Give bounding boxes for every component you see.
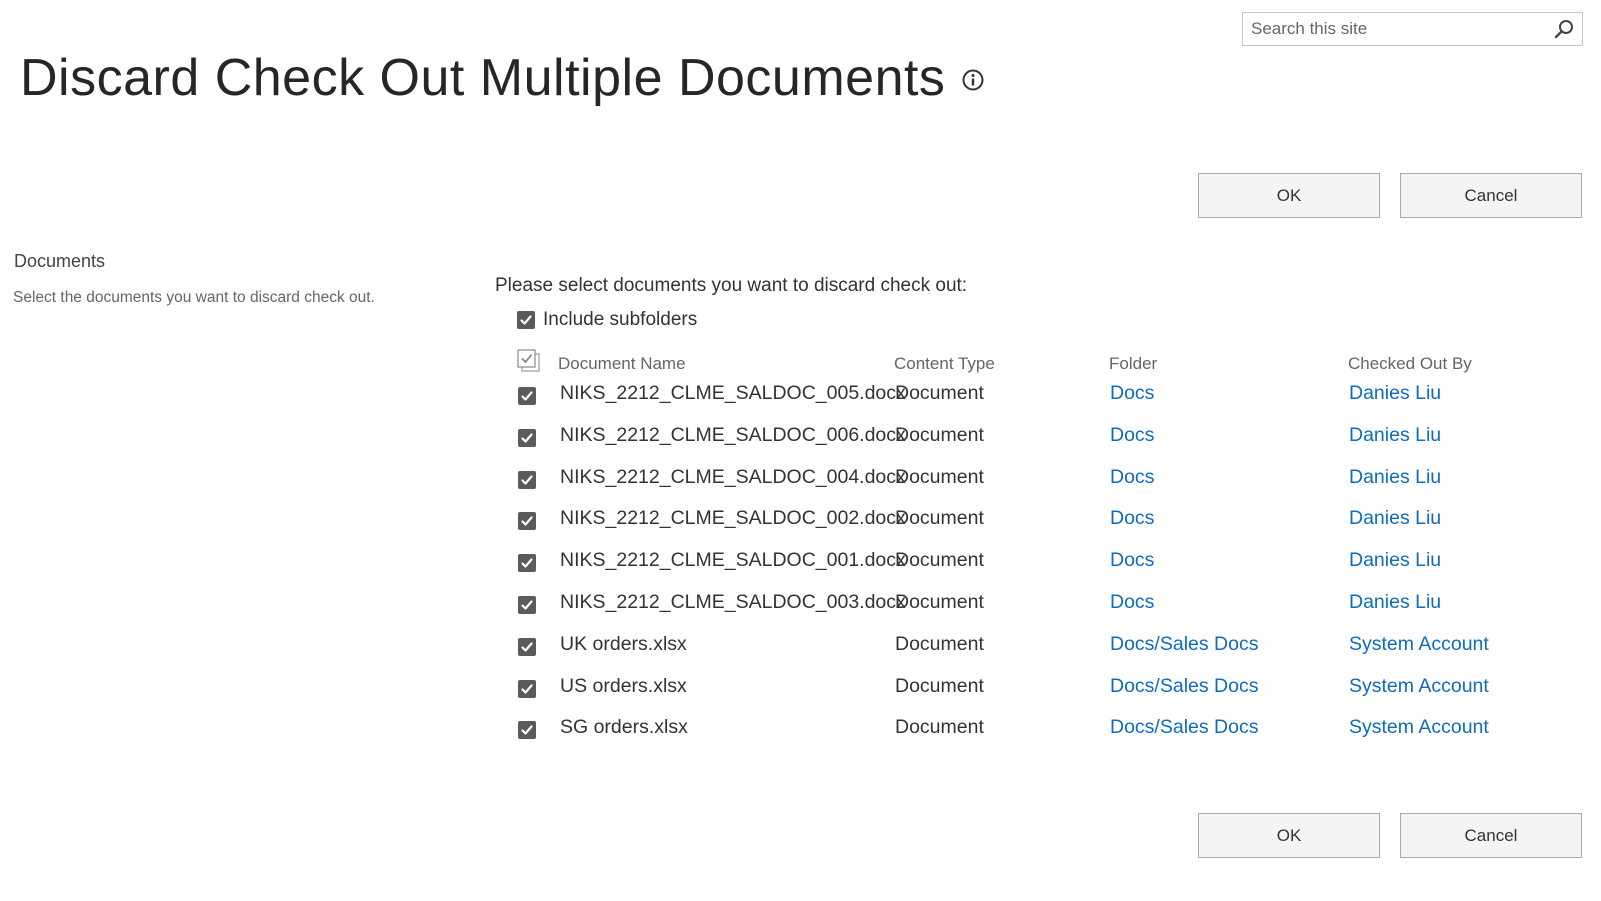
content-type: Document xyxy=(895,632,984,655)
document-name: NIKS_2212_CLME_SALDOC_002.docx xyxy=(560,507,906,530)
document-name: UK orders.xlsx xyxy=(560,632,687,655)
row-checkbox[interactable] xyxy=(518,595,536,614)
page-title-text: Discard Check Out Multiple Documents xyxy=(20,49,946,107)
checked-out-by-link[interactable]: Danies Liu xyxy=(1349,382,1441,405)
section-description: Select the documents you want to discard… xyxy=(13,289,375,306)
folder-link[interactable]: Docs xyxy=(1110,382,1154,405)
folder-link[interactable]: Docs xyxy=(1110,591,1154,614)
row-checkbox[interactable] xyxy=(518,470,536,489)
row-checkbox[interactable] xyxy=(518,721,536,740)
ok-button-top[interactable]: OK xyxy=(1198,173,1380,218)
info-icon[interactable] xyxy=(961,68,987,94)
checkmark-icon xyxy=(521,474,533,485)
checked-out-by-link[interactable]: Danies Liu xyxy=(1349,466,1441,489)
content-type: Document xyxy=(895,423,984,446)
cancel-button-top[interactable]: Cancel xyxy=(1400,173,1582,218)
checked-out-by-link[interactable]: Danies Liu xyxy=(1349,549,1441,572)
folder-link[interactable]: Docs xyxy=(1110,507,1154,530)
document-name: NIKS_2212_CLME_SALDOC_006.docx xyxy=(560,423,906,446)
section-title: Documents xyxy=(14,251,106,271)
selection-prompt: Please select documents you want to disc… xyxy=(495,275,968,296)
checked-out-by-link[interactable]: System Account xyxy=(1349,716,1489,739)
include-subfolders-row: Include subfolders xyxy=(517,309,697,331)
document-name: NIKS_2212_CLME_SALDOC_005.docx xyxy=(560,382,906,404)
folder-link[interactable]: Docs/Sales Docs xyxy=(1110,633,1258,656)
document-name: SG orders.xlsx xyxy=(560,716,688,739)
folder-link[interactable]: Docs/Sales Docs xyxy=(1110,675,1258,698)
checked-out-by-link[interactable]: Danies Liu xyxy=(1349,507,1441,530)
folder-link[interactable]: Docs xyxy=(1110,424,1154,447)
folder-link[interactable]: Docs/Sales Docs xyxy=(1110,716,1258,739)
document-name: US orders.xlsx xyxy=(560,674,687,697)
row-checkbox[interactable] xyxy=(518,387,536,405)
content-type: Document xyxy=(895,465,984,488)
checkmark-icon xyxy=(521,642,533,652)
column-header-content-type[interactable]: Content Type xyxy=(894,354,995,374)
include-subfolders-label: Include subfolders xyxy=(543,309,698,330)
checkmark-icon xyxy=(521,516,533,526)
content-type: Document xyxy=(895,716,984,739)
column-header-document-name[interactable]: Document Name xyxy=(558,354,686,374)
row-checkbox[interactable] xyxy=(518,512,536,531)
row-checkbox[interactable] xyxy=(518,679,536,698)
ok-button-bottom[interactable]: OK xyxy=(1198,813,1380,858)
content-type: Document xyxy=(895,507,984,530)
cancel-button-bottom[interactable]: Cancel xyxy=(1400,813,1582,858)
row-checkbox[interactable] xyxy=(518,637,536,656)
checkmark-icon xyxy=(521,600,533,610)
content-type: Document xyxy=(895,382,984,404)
content-type: Document xyxy=(895,549,984,572)
page-title: Discard Check Out Multiple Documents xyxy=(20,48,987,108)
checked-out-by-link[interactable]: Danies Liu xyxy=(1349,591,1441,614)
select-all-icon[interactable] xyxy=(516,348,542,374)
search-box xyxy=(1242,12,1583,46)
search-input[interactable] xyxy=(1243,13,1550,45)
document-name: NIKS_2212_CLME_SALDOC_003.docx xyxy=(560,590,906,613)
checkmark-icon xyxy=(521,683,533,694)
checked-out-by-link[interactable]: System Account xyxy=(1349,633,1489,656)
checked-out-by-link[interactable]: System Account xyxy=(1349,675,1489,698)
document-name: NIKS_2212_CLME_SALDOC_004.docx xyxy=(560,465,906,488)
column-header-checked-out-by[interactable]: Checked Out By xyxy=(1348,354,1472,374)
include-subfolders-checkbox[interactable] xyxy=(517,311,535,329)
content-type: Document xyxy=(895,590,984,613)
checkmark-icon xyxy=(520,315,532,325)
document-name: NIKS_2212_CLME_SALDOC_001.docx xyxy=(560,549,906,572)
row-checkbox[interactable] xyxy=(518,554,536,573)
checkmark-icon xyxy=(521,558,533,568)
row-checkbox[interactable] xyxy=(518,428,536,447)
folder-link[interactable]: Docs xyxy=(1110,466,1154,489)
content-type: Document xyxy=(895,674,984,697)
checkmark-icon xyxy=(521,433,533,443)
checkmark-icon xyxy=(521,391,533,401)
column-header-folder[interactable]: Folder xyxy=(1109,354,1157,374)
search-icon[interactable] xyxy=(1550,15,1578,43)
checked-out-by-link[interactable]: Danies Liu xyxy=(1349,424,1441,447)
folder-link[interactable]: Docs xyxy=(1110,549,1154,572)
checkmark-icon xyxy=(521,725,533,735)
